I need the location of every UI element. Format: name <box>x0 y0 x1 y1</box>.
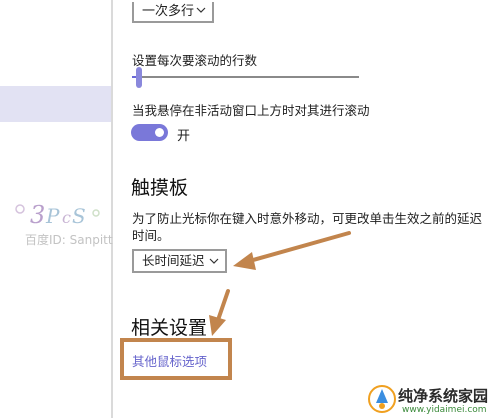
scroll-mode-select[interactable]: 一次多行 <box>132 2 214 23</box>
site-logo-url: www.yidaimei.com <box>402 405 487 415</box>
touchpad-title: 触摸板 <box>131 177 189 199</box>
sidebar-item-mouse-selected[interactable] <box>0 86 111 122</box>
related-settings-title: 相关设置 <box>131 317 208 339</box>
toggle-knob <box>155 128 164 137</box>
inactive-scroll-toggle[interactable] <box>131 124 168 141</box>
lines-per-scroll-slider-track[interactable] <box>132 76 359 78</box>
other-mouse-options-link[interactable]: 其他鼠标选项 <box>132 351 207 370</box>
svg-text:P: P <box>45 204 60 228</box>
site-logo-text: 纯净系统家园 <box>398 387 489 405</box>
settings-content: 一次多行 设置每次要滚动的行数 当我悬停在非活动窗口上方时对其进行滚动 开 触摸… <box>113 0 500 418</box>
lines-per-scroll-label: 设置每次要滚动的行数 <box>132 53 258 68</box>
svg-text:c: c <box>62 208 71 227</box>
touchpad-delay-value: 长时间延迟 <box>142 253 205 268</box>
touchpad-delay-select[interactable]: 长时间延迟 <box>132 249 227 273</box>
toggle-state-label: 开 <box>177 129 191 144</box>
lines-per-scroll-slider-thumb[interactable] <box>136 67 142 88</box>
chevron-down-icon <box>196 7 206 13</box>
scroll-mode-value: 一次多行 <box>142 4 195 19</box>
touchpad-description: 为了防止光标你在键入时意外移动，可更改单击生效之前的延迟时间。 <box>132 211 483 243</box>
inactive-scroll-label: 当我悬停在非活动窗口上方时对其进行滚动 <box>132 103 370 118</box>
svg-text:3: 3 <box>30 201 45 229</box>
chevron-down-icon <box>209 258 219 264</box>
watermark-text: 百度ID: Sanpitt <box>25 233 113 247</box>
svg-text:S: S <box>72 204 86 228</box>
